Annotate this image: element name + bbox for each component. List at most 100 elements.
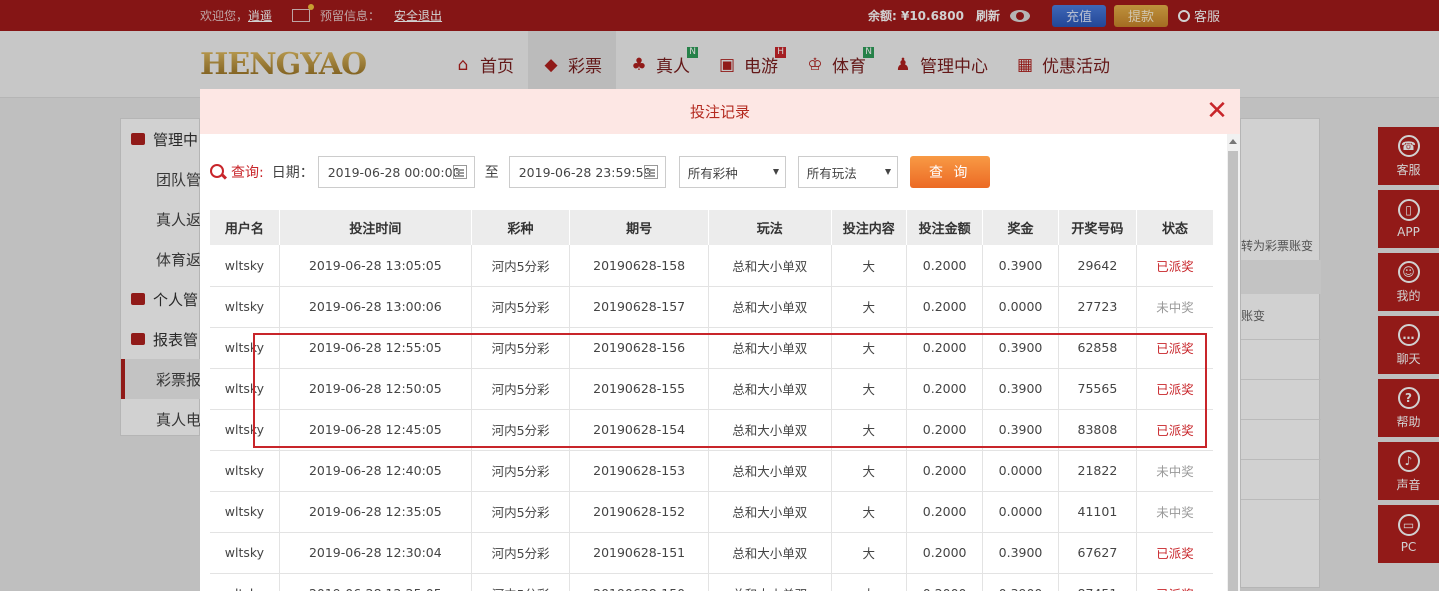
table-cell: 0.3900 [982, 573, 1059, 591]
table-cell: 已派奖 [1136, 573, 1213, 591]
table-cell: wltsky [210, 368, 280, 410]
table-cell: 20190628-155 [569, 368, 709, 410]
table-cell: 2019-06-28 13:05:05 [279, 245, 472, 287]
table-row[interactable]: wltsky2019-06-28 12:25:05河内5分彩20190628-1… [210, 573, 1213, 591]
bet-records-modal: 投注记录 ✕ 查询: 日期： 2019-06-28 00:00:00 至 201… [200, 89, 1240, 591]
column-header: 投注内容 [831, 210, 907, 245]
table-cell: 河内5分彩 [471, 532, 571, 574]
table-row[interactable]: wltsky 2019-06-28 12:35:05 河内5分彩 20190628-1… [210, 491, 1213, 533]
close-icon[interactable]: ✕ [1206, 98, 1228, 124]
table-cell: 大 [831, 491, 907, 533]
table-row[interactable]: wltsky 2019-06-28 12:45:05 河内5分彩 20190628-1… [210, 409, 1213, 451]
table-cell: wltsky [210, 491, 280, 533]
calendar-icon[interactable] [452, 165, 467, 179]
table-cell: wltsky [210, 409, 280, 451]
calendar-icon[interactable] [643, 165, 658, 179]
bet-records-table-wrap: 用户名 投注时间 彩种 期号 玩法 投注内容 投注金额 奖金 开奖号码 状态 wltsky 2019… [210, 210, 1213, 591]
table-cell: 20190628-157 [569, 286, 709, 328]
lottery-type-value: 所有彩种 [687, 165, 738, 181]
table-cell: 0.2000 [906, 327, 984, 369]
column-header: 玩法 [708, 210, 832, 245]
table-cell: wltsky [210, 573, 280, 591]
table-cell: 0.3900 [982, 409, 1059, 451]
query-label: 查询: [231, 165, 264, 181]
table-row[interactable]: wltsky 2019-06-28 12:55:05 河内5分彩 20190628-1… [210, 327, 1213, 369]
search-icon [210, 163, 227, 181]
table-cell: 21822 [1058, 450, 1138, 492]
table-cell: 总和大小单双 [708, 368, 832, 410]
table-cell: 75565 [1058, 368, 1138, 410]
table-cell: 河内5分彩 [471, 573, 571, 591]
column-header: 投注时间 [279, 210, 472, 245]
table-cell: 83808 [1058, 409, 1138, 451]
table-cell: 20190628-156 [569, 327, 709, 369]
table-cell: 总和大小单双 [708, 491, 832, 533]
table-cell: 总和大小单双 [708, 532, 832, 574]
table-cell: wltsky [210, 450, 280, 492]
table-cell: wltsky [210, 532, 280, 574]
table-row[interactable]: wltsky 2019-06-28 12:50:05 河内5分彩 20190628-1… [210, 368, 1213, 410]
table-cell: 总和大小单双 [708, 573, 832, 591]
table-cell: wltsky [210, 327, 280, 369]
column-header: 期号 [569, 210, 709, 245]
table-cell: 0.0000 [982, 450, 1059, 492]
to-label: 至 [484, 165, 499, 181]
table-cell: 未中奖 [1136, 450, 1213, 492]
table-cell: 20190628-151 [569, 532, 709, 574]
table-cell: 20190628-154 [569, 409, 709, 451]
table-cell: 已派奖 [1136, 327, 1213, 369]
date-to-value: 2019-06-28 23:59:59 [518, 164, 652, 180]
table-row[interactable]: wltsky 2019-06-28 13:00:06 河内5分彩 20190628-1… [210, 286, 1213, 328]
scroll-up-arrow-icon[interactable] [1229, 139, 1237, 144]
table-cell: 大 [831, 368, 907, 410]
table-cell: 2019-06-28 12:40:05 [279, 450, 472, 492]
table-row[interactable]: wltsky 2019-06-28 13:05:05 河内5分彩 20190628-1… [210, 245, 1213, 287]
table-cell: 0.2000 [906, 245, 984, 287]
play-type-select[interactable]: 所有玩法 [797, 156, 898, 188]
table-body: wltsky 2019-06-28 13:05:05 河内5分彩 20190628-1… [210, 245, 1213, 591]
table-cell: 河内5分彩 [471, 368, 571, 410]
table-cell: 总和大小单双 [708, 286, 832, 328]
table-cell: 河内5分彩 [471, 286, 571, 328]
table-cell: 0.3900 [982, 245, 1059, 287]
table-cell: 2019-06-28 12:25:05 [279, 573, 472, 591]
date-to-input[interactable]: 2019-06-28 23:59:59 [508, 156, 666, 188]
date-from-input[interactable]: 2019-06-28 00:00:00 [317, 156, 475, 188]
table-cell: 已派奖 [1136, 245, 1213, 287]
table-cell: 0.2000 [906, 286, 984, 328]
table-cell: 河内5分彩 [471, 450, 571, 492]
table-cell: 0.3900 [982, 368, 1059, 410]
dropdown-arrow-icon [884, 169, 891, 175]
table-cell: 0.2000 [906, 409, 984, 451]
table-cell: 大 [831, 327, 907, 369]
table-cell: 2019-06-28 12:35:05 [279, 491, 472, 533]
table-cell: 0.0000 [982, 286, 1059, 328]
column-header: 投注金额 [906, 210, 984, 245]
table-cell: 总和大小单双 [708, 450, 832, 492]
table-row[interactable]: wltsky 2019-06-28 12:40:05 河内5分彩 20190628-1… [210, 450, 1213, 492]
column-header: 奖金 [982, 210, 1059, 245]
query-button[interactable]: 查 询 [909, 156, 990, 188]
table-cell: 大 [831, 245, 907, 287]
scrollbar-thumb[interactable] [1228, 151, 1238, 591]
table-cell: wltsky [210, 245, 280, 287]
column-header: 彩种 [471, 210, 571, 245]
table-cell: wltsky [210, 286, 280, 328]
table-cell: 87451 [1058, 573, 1138, 591]
table-cell: 大 [831, 573, 907, 591]
table-cell: 河内5分彩 [471, 491, 571, 533]
column-header: 用户名 [210, 210, 280, 245]
table-cell: 总和大小单双 [708, 409, 832, 451]
table-cell: 0.2000 [906, 450, 984, 492]
lottery-type-select[interactable]: 所有彩种 [678, 156, 786, 188]
table-cell: 未中奖 [1136, 286, 1213, 328]
column-header: 开奖号码 [1058, 210, 1138, 245]
table-cell: 0.3900 [982, 532, 1059, 574]
table-cell: 0.3900 [982, 327, 1059, 369]
table-cell: 2019-06-28 12:30:04 [279, 532, 472, 574]
table-cell: 41101 [1058, 491, 1138, 533]
table-row[interactable]: wltsky 2019-06-28 12:30:04 河内5分彩 20190628-1… [210, 532, 1213, 574]
table-cell: 总和大小单双 [708, 327, 832, 369]
table-cell: 大 [831, 532, 907, 574]
table-cell: 0.2000 [906, 368, 984, 410]
